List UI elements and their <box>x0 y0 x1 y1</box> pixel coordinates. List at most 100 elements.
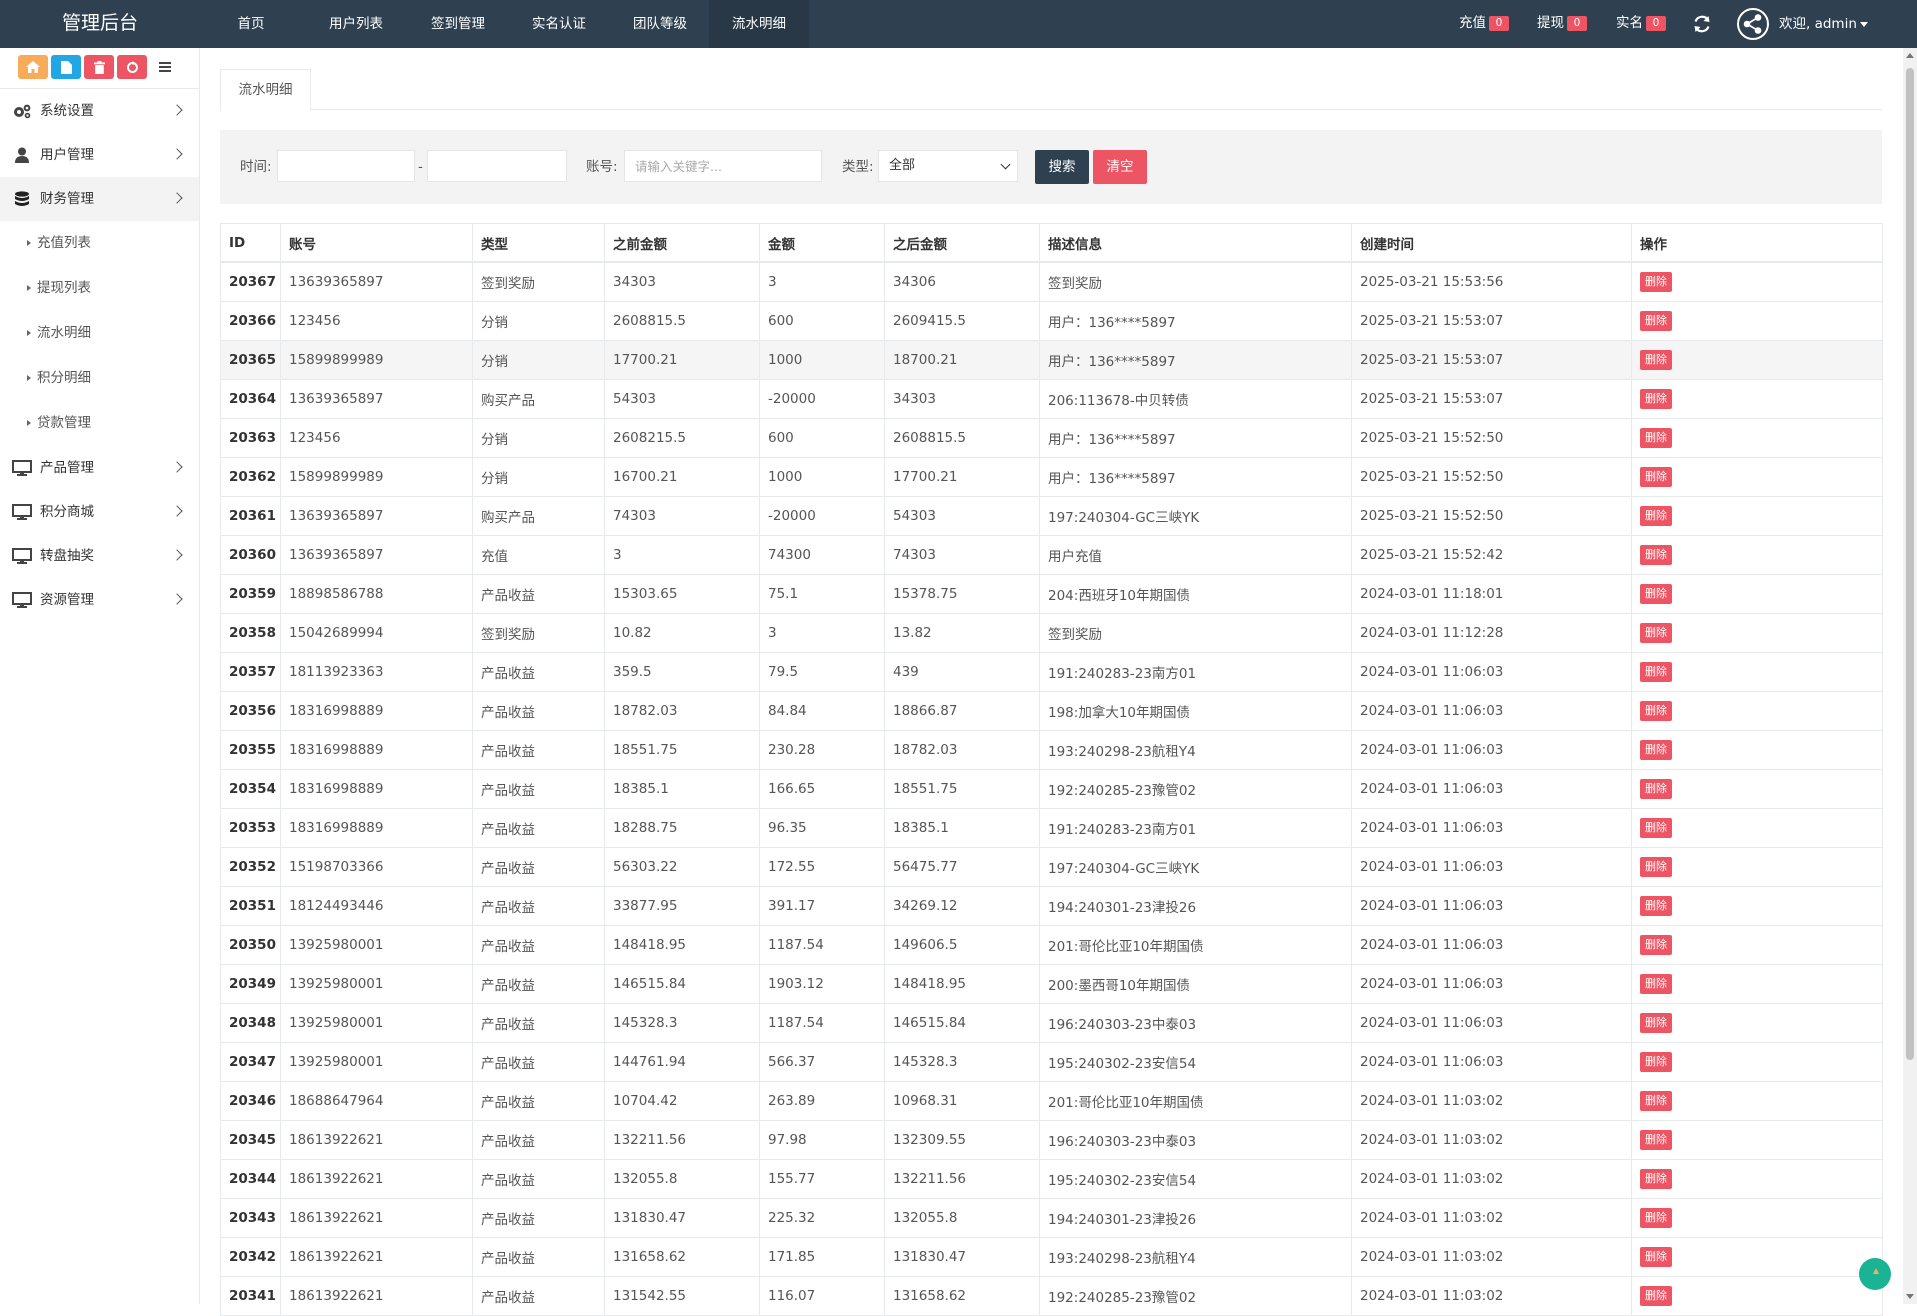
delete-button[interactable]: 删除 <box>1640 857 1672 877</box>
delete-button[interactable]: 删除 <box>1640 1013 1672 1033</box>
delete-button[interactable]: 删除 <box>1640 1247 1672 1267</box>
delete-button[interactable]: 删除 <box>1640 584 1672 604</box>
tab-transactions[interactable]: 流水明细 <box>220 69 311 111</box>
clear-button[interactable]: 清空 <box>1093 150 1147 184</box>
sidebar-subitem-recharge-list[interactable]: 充值列表 <box>0 221 199 266</box>
desktop-icon <box>12 592 32 608</box>
nav-user-list[interactable]: 用户列表 <box>310 0 402 48</box>
column-header[interactable]: 类型 <box>472 223 605 263</box>
column-header[interactable]: 金额 <box>759 223 885 263</box>
sidebar-item-label: 转盘抽奖 <box>40 548 94 564</box>
trash-icon[interactable] <box>84 55 114 79</box>
welcome-text: 欢迎, admin <box>1779 16 1857 32</box>
delete-button[interactable]: 删除 <box>1640 1130 1672 1150</box>
delete-button[interactable]: 删除 <box>1640 896 1672 916</box>
sidebar-item-system-settings[interactable]: 系统设置 <box>0 89 199 133</box>
row-type: 购买产品 <box>472 379 605 419</box>
nav-transactions[interactable]: 流水明细 <box>709 0 809 48</box>
sidebar-subitem-withdraw-list[interactable]: 提现列表 <box>0 266 199 311</box>
search-button[interactable]: 搜索 <box>1035 150 1089 184</box>
row-account: 15899899989 <box>280 340 473 380</box>
sidebar-item-lottery[interactable]: 转盘抽奖 <box>0 534 199 578</box>
home-icon[interactable] <box>18 55 48 79</box>
row-description: 用户：136****5897 <box>1039 418 1352 458</box>
delete-button[interactable]: 删除 <box>1640 701 1672 721</box>
column-header[interactable]: 操作 <box>1631 223 1883 263</box>
delete-button[interactable]: 删除 <box>1640 1091 1672 1111</box>
row-id: 20348 <box>220 1003 281 1043</box>
sidebar-subitem-transactions[interactable]: 流水明细 <box>0 311 199 356</box>
refresh-icon[interactable] <box>1691 13 1713 35</box>
column-header[interactable]: 之前金额 <box>604 223 760 263</box>
row-description: 197:240304-GC三峡YK <box>1039 847 1352 887</box>
row-description: 签到奖励 <box>1039 613 1352 653</box>
delete-button[interactable]: 删除 <box>1640 623 1672 643</box>
delete-button[interactable]: 删除 <box>1640 1208 1672 1228</box>
chevron-down-icon <box>1859 21 1868 27</box>
delete-button[interactable]: 删除 <box>1640 428 1672 448</box>
delete-button[interactable]: 删除 <box>1640 818 1672 838</box>
nav-home[interactable]: 首页 <box>216 0 286 48</box>
delete-button[interactable]: 删除 <box>1640 350 1672 370</box>
row-after-amount: 10968.31 <box>884 1081 1040 1121</box>
delete-button[interactable]: 删除 <box>1640 272 1672 292</box>
avatar[interactable] <box>1737 8 1769 40</box>
table-row: 20362 15899899989 分销 16700.21 1000 17700.21 用户… <box>220 457 1883 497</box>
delete-button[interactable]: 删除 <box>1640 779 1672 799</box>
delete-button[interactable]: 删除 <box>1640 974 1672 994</box>
scrollbar-thumb[interactable] <box>1906 68 1914 1060</box>
row-description: 206:113678-中贝转债 <box>1039 379 1352 419</box>
withdraw-counter[interactable]: 提现 0 <box>1537 0 1587 48</box>
chevron-right-icon <box>171 593 183 605</box>
delete-button[interactable]: 删除 <box>1640 1286 1672 1306</box>
column-header[interactable]: ID <box>220 223 281 263</box>
time-start-input[interactable] <box>277 150 415 182</box>
page-scrollbar[interactable] <box>1903 48 1917 1304</box>
row-actions: 删除 <box>1631 691 1883 731</box>
delete-button[interactable]: 删除 <box>1640 1169 1672 1189</box>
row-actions: 删除 <box>1631 1120 1883 1160</box>
top-navbar: 管理后台 首页 用户列表 签到管理 实名认证 团队等级 流水明细 充值 0 提现 0… <box>0 0 1917 48</box>
recycle-icon[interactable] <box>117 55 147 79</box>
time-end-input[interactable] <box>427 150 567 182</box>
sidebar-item-resources[interactable]: 资源管理 <box>0 578 199 622</box>
back-to-top-button[interactable] <box>1859 1258 1891 1290</box>
type-select[interactable]: 全部 <box>878 150 1018 182</box>
account-search-input[interactable] <box>624 150 822 182</box>
sidebar-item-users[interactable]: 用户管理 <box>0 133 199 177</box>
delete-button[interactable]: 删除 <box>1640 545 1672 565</box>
row-after-amount: 54303 <box>884 496 1040 536</box>
table-row: 20346 18688647964 产品收益 10704.42 263.89 10968.… <box>220 1081 1883 1121</box>
scroll-up-arrow-icon[interactable] <box>1906 53 1914 58</box>
list-icon[interactable] <box>150 55 180 79</box>
arrow-up-icon <box>1873 1268 1879 1274</box>
nav-team-level[interactable]: 团队等级 <box>614 0 706 48</box>
delete-button[interactable]: 删除 <box>1640 740 1672 760</box>
delete-button[interactable]: 删除 <box>1640 1052 1672 1072</box>
sidebar-item-points-mall[interactable]: 积分商城 <box>0 490 199 534</box>
scroll-down-arrow-icon[interactable] <box>1906 1294 1914 1299</box>
sidebar-subitem-points[interactable]: 积分明细 <box>0 356 199 401</box>
sidebar-subitem-loans[interactable]: 贷款管理 <box>0 401 199 446</box>
realname-counter[interactable]: 实名 0 <box>1616 0 1666 48</box>
sidebar-item-finance[interactable]: 财务管理 <box>0 177 199 221</box>
delete-button[interactable]: 删除 <box>1640 506 1672 526</box>
delete-button[interactable]: 删除 <box>1640 662 1672 682</box>
sidebar-item-products[interactable]: 产品管理 <box>0 446 199 490</box>
user-menu[interactable]: 欢迎, admin <box>1779 0 1868 48</box>
nav-realname[interactable]: 实名认证 <box>513 0 605 48</box>
delete-button[interactable]: 删除 <box>1640 467 1672 487</box>
row-amount: 1000 <box>759 340 885 380</box>
file-icon[interactable] <box>51 55 81 79</box>
delete-button[interactable]: 删除 <box>1640 935 1672 955</box>
delete-button[interactable]: 删除 <box>1640 311 1672 331</box>
delete-button[interactable]: 删除 <box>1640 389 1672 409</box>
column-header[interactable]: 创建时间 <box>1351 223 1632 263</box>
recharge-counter[interactable]: 充值 0 <box>1459 0 1509 48</box>
column-header[interactable]: 描述信息 <box>1039 223 1352 263</box>
column-header[interactable]: 账号 <box>280 223 473 263</box>
nav-checkin[interactable]: 签到管理 <box>412 0 504 48</box>
column-header[interactable]: 之后金额 <box>884 223 1040 263</box>
row-description: 201:哥伦比亚10年期国债 <box>1039 925 1352 965</box>
caret-right-icon <box>27 375 31 381</box>
